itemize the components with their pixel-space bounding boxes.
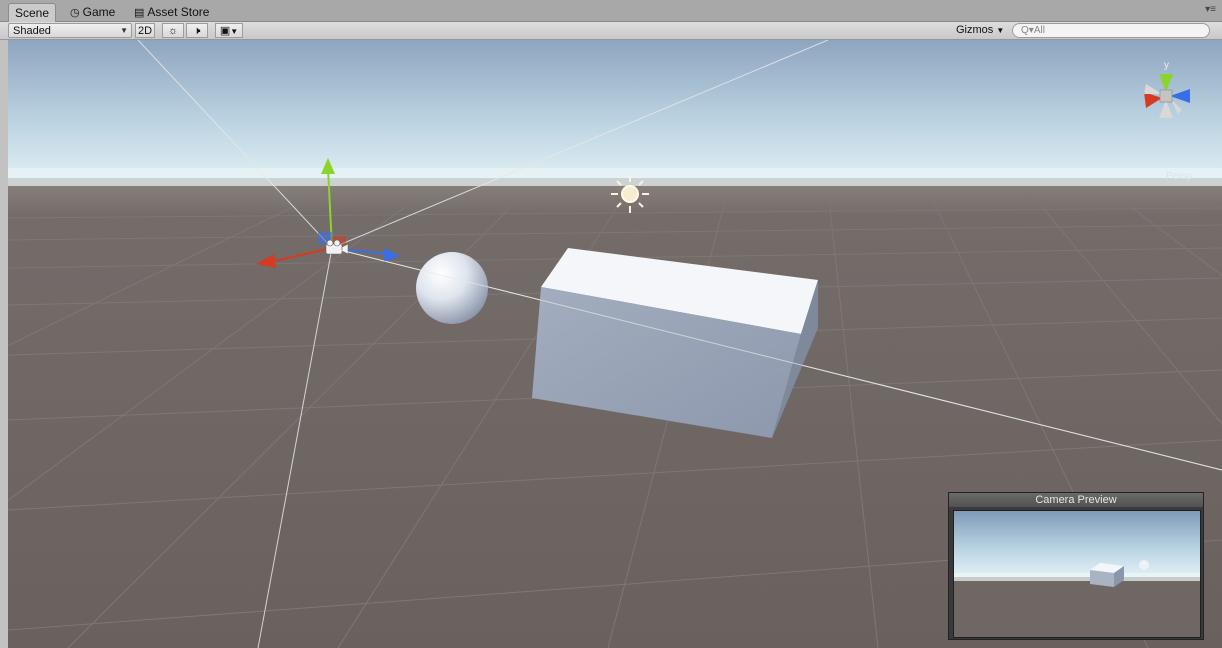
gizmos-dropdown[interactable]: Gizmos ▼ [956,23,1008,38]
chevron-down-icon: ▼ [996,26,1005,35]
tab-scene-label: Scene [15,6,50,20]
2d-toggle-button[interactable]: 2D [135,23,155,38]
shading-mode-dropdown[interactable]: Shaded ▼ [8,23,132,38]
audio-toggle-button[interactable]: 🕨 [186,23,208,38]
lighting-toggle-button[interactable]: ☼ [162,23,184,38]
scene-toolbar: Shaded ▼ 2D ☼ 🕨 ▣▼ Gizmos ▼ Q▾All [0,22,1222,40]
camera-preview-panel: Camera Preview [948,492,1204,640]
gizmos-label: Gizmos [956,24,994,36]
effects-dropdown-button[interactable]: ▣▼ [215,23,243,38]
search-placeholder: All [1033,25,1045,36]
camera-preview-title: Camera Preview [949,493,1203,507]
preview-sphere [1139,560,1149,570]
shading-mode-value: Shaded [13,25,51,37]
camera-preview-render [954,511,1200,637]
tab-asset-store-label: Asset Store [147,5,210,19]
pacman-icon: ◷ [70,7,80,19]
panel-menu-icon[interactable]: ▾≡ [1205,4,1216,15]
chevron-down-icon: ▼ [120,26,128,35]
2d-toggle-label: 2D [137,25,153,37]
sun-icon: ☼ [167,25,179,37]
image-icon: ▣ [219,25,231,37]
camera-preview-view [953,510,1201,638]
search-icon: Q▾ [1021,25,1034,36]
gizmo-y-label: y [1164,60,1169,71]
chevron-down-icon: ▼ [230,27,239,36]
tab-asset-store[interactable]: ▤ Asset Store [128,3,220,22]
sphere-object[interactable] [416,252,488,324]
speaker-icon: 🕨 [193,25,201,37]
tab-scene[interactable]: Scene [8,3,56,22]
tab-bar: Scene ◷ Game ▤ Asset Store ▾≡ [0,0,1222,22]
store-icon: ▤ [134,7,145,19]
unity-scene-window: Scene ◷ Game ▤ Asset Store ▾≡ Shaded ▼ 2D … [0,0,1222,648]
tab-game-label: Game [82,5,116,19]
tab-game[interactable]: ◷ Game [64,3,124,22]
scene-search-input[interactable]: Q▾All [1012,23,1210,38]
projection-label[interactable]: Persp [1166,171,1192,182]
